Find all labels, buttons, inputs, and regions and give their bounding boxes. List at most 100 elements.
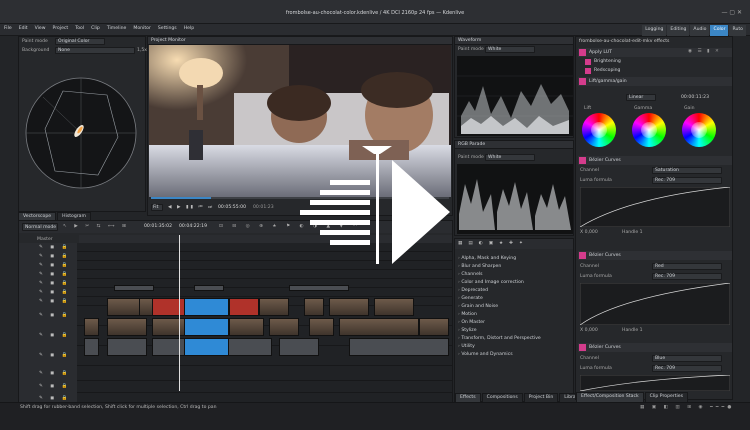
effect-sub-redscoping[interactable]: Redscoping (578, 67, 732, 75)
workspace-tab-color[interactable]: Color (710, 25, 729, 36)
timeline-clip[interactable] (374, 298, 414, 316)
menu-item-monitor[interactable]: Monitor (133, 26, 150, 32)
playhead[interactable] (179, 235, 180, 391)
menu-item-settings[interactable]: Settings (158, 26, 177, 32)
effect-sub-brightening[interactable]: Brightening (578, 58, 732, 66)
timeline-tool-icons[interactable]: ↖ ▶ ✂ ⇆ ⟷ ⊞ (63, 224, 129, 230)
effect-controls[interactable]: ◉ ☰ ▮ ✕ (688, 49, 721, 55)
lgg-mode-select[interactable]: Linear (626, 94, 656, 101)
curve1-channel-select[interactable]: Saturation (652, 167, 722, 174)
menu-bar: File Edit View Project Tool Clip Timeline Monit… (0, 24, 750, 36)
timeline-clip[interactable] (184, 338, 229, 356)
timeline-clip[interactable] (84, 338, 99, 356)
track-header-icons[interactable]: ✎ ◼ 🔒 (39, 299, 70, 305)
track-header-icons[interactable]: ✎ ◼ 🔒 (39, 245, 70, 251)
curve2-formula-select[interactable]: Rec. 709 (652, 273, 722, 280)
timeline-clip[interactable] (114, 285, 154, 291)
timeline-mode-select[interactable]: Normal mode (22, 223, 58, 231)
effect-bezier-curves-2[interactable]: Bézier Curves (578, 251, 732, 260)
track-header: ✎ ◼ 🔒 (19, 243, 77, 252)
paint-mode-select[interactable]: Original Color (55, 38, 105, 45)
timeline-clip[interactable] (259, 298, 289, 316)
track-header-icons[interactable]: ✎ ◼ 🔒 (39, 333, 70, 339)
effect-apply-lut[interactable]: Apply LUT ◉ ☰ ▮ ✕ (578, 48, 732, 57)
workspace-tab-editing[interactable]: Editing (667, 25, 690, 36)
track-header-icons[interactable]: ✎ ◼ 🔒 (39, 396, 70, 402)
menu-item-help[interactable]: Help (184, 26, 194, 32)
effect-lift-gamma-gain[interactable]: Lift/gamma/gain (578, 77, 732, 86)
menu-item-view[interactable]: View (35, 26, 46, 32)
timeline-clip[interactable] (184, 318, 229, 336)
timeline-track[interactable]: ✎ ◼ 🔒 (19, 279, 452, 288)
track-header-icons[interactable]: ✎ ◼ 🔒 (39, 353, 70, 359)
stack-tab-0[interactable]: Effect/Composition Stack (576, 392, 644, 403)
curve1-formula-select[interactable]: Rec. 709 (652, 177, 722, 184)
window-controls[interactable]: — ▢ ✕ (721, 10, 742, 16)
timeline-clip[interactable] (419, 318, 449, 336)
workspace-tab-logging[interactable]: Logging (642, 25, 667, 36)
lift-wheel[interactable] (582, 113, 616, 147)
track-header: ✎ ◼ 🔒 (19, 252, 77, 261)
timeline-clip[interactable] (309, 318, 334, 336)
menu-item-clip[interactable]: Clip (91, 26, 100, 32)
track-header-icons[interactable]: ✎ ◼ 🔒 (39, 254, 70, 260)
effect-bezier-curves-1[interactable]: Bézier Curves (578, 156, 732, 165)
waveform-paint-select[interactable]: White (485, 46, 535, 53)
timecode-current[interactable]: 00:05:55:00 (218, 205, 246, 211)
lgg-timecode[interactable]: 00:00:11:23 (681, 95, 709, 101)
curve3-channel-select[interactable]: Blue (652, 355, 722, 362)
timeline-clip[interactable] (107, 338, 147, 356)
timeline-clip[interactable] (229, 298, 259, 316)
timeline-clip[interactable] (329, 298, 369, 316)
timeline-track[interactable]: ✎ ◼ 🔒 (19, 288, 452, 297)
curve3-graph[interactable] (580, 375, 730, 391)
curve2-channel-select[interactable]: Red (652, 263, 722, 270)
menu-item-file[interactable]: File (4, 26, 12, 32)
timeline-clip[interactable] (289, 285, 349, 291)
timeline-timecode-b[interactable]: 00:04:22:19 (179, 224, 207, 230)
track-header-icons[interactable]: ✎ ◼ 🔒 (39, 290, 70, 296)
transport-controls[interactable]: ◀ ▶ ▮▮ ⏮ ⏭ (168, 205, 214, 211)
timeline-track[interactable]: ✎ ◼ 🔒 (19, 366, 452, 381)
status-icons[interactable]: ▦ ▣ ◧ ▥ ⊞ ◉ ━━━● (640, 405, 734, 411)
timeline-clip[interactable] (107, 318, 147, 336)
timeline-clip[interactable] (84, 318, 99, 336)
timeline-clip[interactable] (279, 338, 319, 356)
track-header-icons[interactable]: ✎ ◼ 🔒 (39, 263, 70, 269)
stack-tab-1[interactable]: Clip Properties (644, 392, 688, 403)
curve1-graph[interactable] (580, 187, 730, 227)
timeline-clip[interactable] (339, 318, 419, 336)
track-header-icons[interactable]: ✎ ◼ 🔒 (39, 272, 70, 278)
timeline-clip[interactable] (269, 318, 299, 336)
track-header-icons[interactable]: ✎ ◼ 🔒 (39, 371, 70, 377)
timeline-track[interactable]: ✎ ◼ 🔒 (19, 270, 452, 279)
rgb-paint-select[interactable]: White (485, 154, 535, 161)
track-header-icons[interactable]: ✎ ◼ 🔒 (39, 281, 70, 287)
effect-category[interactable]: › Transform, Distort and Perspective (458, 336, 572, 345)
menu-item-tool[interactable]: Tool (75, 26, 84, 32)
gain-wheel[interactable] (682, 113, 716, 147)
timeline-track[interactable]: ✎ ◼ 🔒 (19, 381, 452, 393)
menu-item-edit[interactable]: Edit (19, 26, 28, 32)
timeline-clip[interactable] (304, 298, 324, 316)
curve3-formula-select[interactable]: Rec. 709 (652, 365, 722, 372)
zoom-select[interactable]: Fit (151, 204, 163, 211)
track-header-icons[interactable]: ✎ ◼ 🔒 (39, 313, 70, 319)
timeline-clip[interactable] (229, 318, 264, 336)
background-select[interactable]: None (55, 47, 135, 54)
timeline-clip[interactable] (349, 338, 449, 356)
timeline-timecode-a[interactable]: 00:01:35:02 (144, 224, 172, 230)
menu-item-project[interactable]: Project (53, 26, 69, 32)
curve2-graph[interactable] (580, 283, 730, 325)
workspace-tab-ruto[interactable]: Ruto (729, 25, 746, 36)
track-header: ✎ ◼ 🔒 (19, 288, 77, 297)
workspace-tab-audio[interactable]: Audio (690, 25, 710, 36)
timeline-clip[interactable] (194, 285, 224, 291)
timeline-clip[interactable] (184, 298, 229, 316)
gamma-wheel[interactable] (632, 113, 666, 147)
track-header-icons[interactable]: ✎ ◼ 🔒 (39, 384, 70, 390)
effect-category-label: Stylize (461, 328, 477, 333)
effect-bezier-curves-3[interactable]: Bézier Curves (578, 343, 732, 352)
menu-item-timeline[interactable]: Timeline (107, 26, 127, 32)
effect-category[interactable]: › Volume and Dynamics (458, 352, 572, 361)
